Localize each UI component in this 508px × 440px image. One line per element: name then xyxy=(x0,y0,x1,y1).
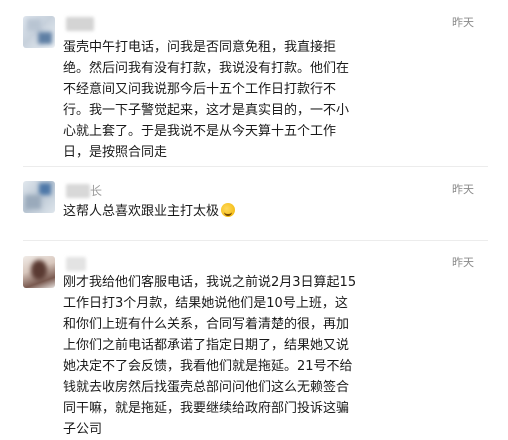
avatar[interactable] xyxy=(23,16,55,48)
username-fragment: 长 xyxy=(90,184,103,198)
comment-time: 昨天 xyxy=(452,16,474,29)
avatar[interactable] xyxy=(23,181,55,213)
comment-time: 昨天 xyxy=(452,256,474,269)
comment-item: 昨天 蛋壳中午打电话，问我是否同意免租，我直接拒 绝。然后问我有没有打款，我说没… xyxy=(0,0,508,165)
avatar[interactable] xyxy=(23,256,55,288)
comment-text: 这帮人总喜欢跟业主打太极 xyxy=(63,201,363,222)
comment-item: 昨天 刚才我给他们客服电话，我说之前说2月3日算起15 工作日打3个月款，结果她… xyxy=(0,241,508,439)
comment-text: 蛋壳中午打电话，问我是否同意免租，我直接拒 绝。然后问我有没有打款，我说没有打款… xyxy=(63,40,350,160)
facepalm-emoji-icon xyxy=(221,203,236,217)
comment-item: 长 昨天 这帮人总喜欢跟业主打太极 xyxy=(0,167,508,239)
username-redacted xyxy=(66,17,94,31)
username-redacted xyxy=(66,184,90,198)
username-redacted xyxy=(66,257,86,271)
comment-text: 刚才我给他们客服电话，我说之前说2月3日算起15 工作日打3个月款，结果她说他们… xyxy=(63,275,357,437)
comment-time: 昨天 xyxy=(452,183,474,196)
